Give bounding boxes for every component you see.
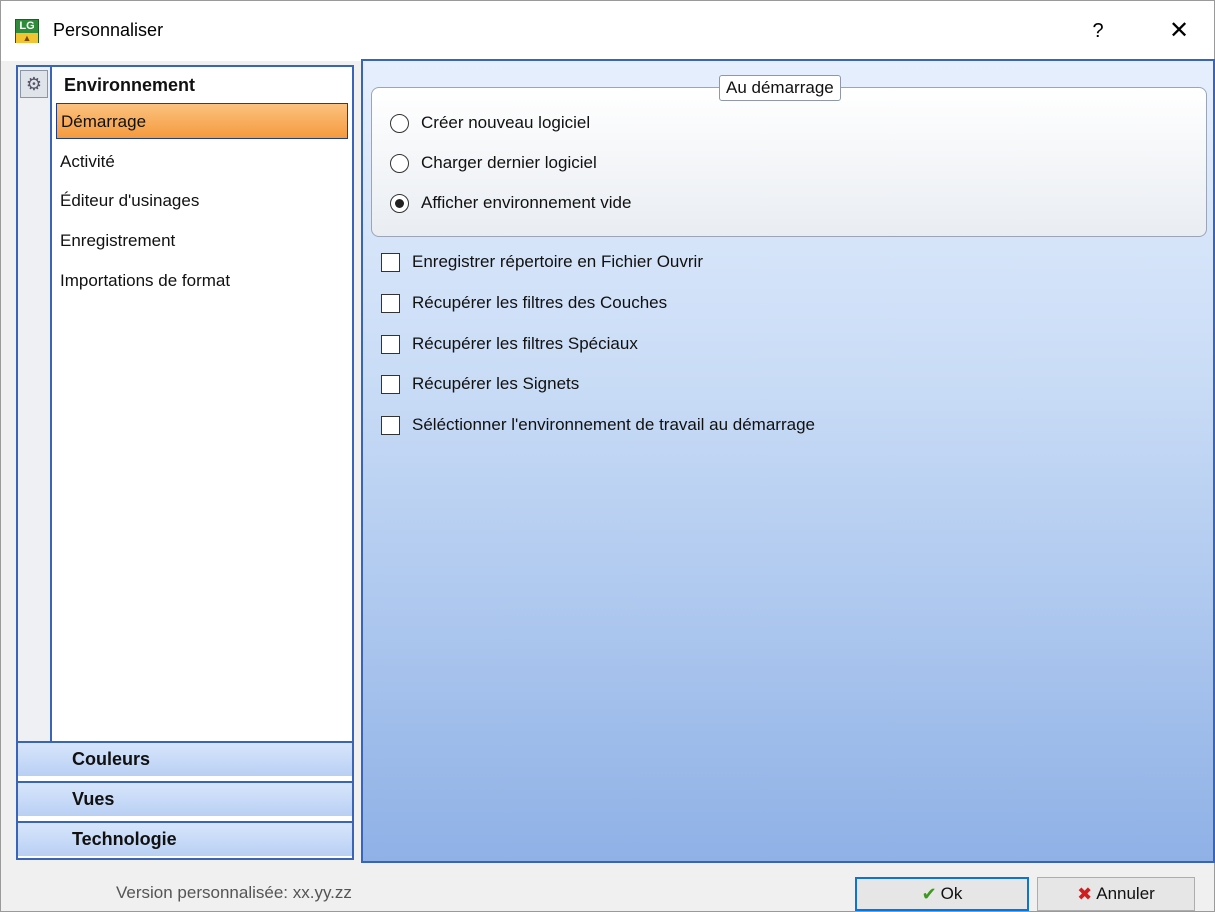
section-header-environnement[interactable]: ⚙ Environnement <box>18 67 352 103</box>
nav-item-importations-format[interactable]: Importations de format <box>56 263 348 299</box>
groupbox-title: Au démarrage <box>719 75 841 101</box>
ok-label: Ok <box>940 884 963 903</box>
radio-label: Charger dernier logiciel <box>421 153 597 172</box>
version-text: Version personnalisée: xx.yy.zz <box>116 883 352 902</box>
checkbox-label: Récupérer les filtres des Couches <box>412 293 668 312</box>
radio-option-load-last[interactable]: Charger dernier logiciel <box>390 150 597 176</box>
radio-button[interactable] <box>390 113 409 133</box>
cancel-x-icon: ✖ <box>1077 883 1093 904</box>
environment-icon: ⚙ <box>20 70 48 98</box>
radio-button[interactable] <box>390 153 409 173</box>
cancel-button[interactable]: ✖ Annuler <box>1037 877 1195 911</box>
checkbox-layer-filters[interactable]: Récupérer les filtres des Couches <box>381 290 667 316</box>
radio-button-checked[interactable] <box>390 193 409 213</box>
group-technologie[interactable]: Technologie <box>18 821 352 856</box>
checkbox-label: Enregistrer répertoire en Fichier Ouvrir <box>412 252 703 271</box>
checkbox[interactable] <box>381 293 400 313</box>
startup-groupbox: Créer nouveau logiciel Charger dernier l… <box>371 87 1207 237</box>
checkbox[interactable] <box>381 252 400 272</box>
radio-option-empty[interactable]: Afficher environnement vide <box>390 190 631 216</box>
checkmark-icon: ✔ <box>921 883 937 904</box>
app-icon: LG ▲ <box>15 19 39 43</box>
customize-dialog: LG ▲ Personnaliser ? ✕ ⚙ Environnement Dé… <box>0 0 1215 912</box>
checkbox[interactable] <box>381 415 400 435</box>
radio-option-new[interactable]: Créer nouveau logiciel <box>390 110 590 136</box>
checkbox-label: Récupérer les filtres Spéciaux <box>412 334 638 353</box>
group-vues[interactable]: Vues <box>18 781 352 816</box>
radio-label: Afficher environnement vide <box>421 193 632 212</box>
checkbox[interactable] <box>381 374 400 394</box>
checkbox-bookmarks[interactable]: Récupérer les Signets <box>381 371 579 397</box>
checkbox-label: Séléctionner l'environnement de travail … <box>412 415 815 434</box>
ok-button[interactable]: ✔ Ok <box>855 877 1029 911</box>
checkbox[interactable] <box>381 334 400 354</box>
nav-item-demarrage[interactable]: Démarrage <box>56 103 348 139</box>
title-bar: LG ▲ Personnaliser ? ✕ <box>1 1 1214 61</box>
nav-item-editeur-usinages[interactable]: Éditeur d'usinages <box>56 183 348 219</box>
checkbox-special-filters[interactable]: Récupérer les filtres Spéciaux <box>381 331 638 357</box>
section-title: Environnement <box>64 75 196 95</box>
help-button[interactable]: ? <box>1083 15 1113 47</box>
close-button[interactable]: ✕ <box>1161 15 1197 47</box>
nav-strip <box>18 67 52 741</box>
group-couleurs[interactable]: Couleurs <box>18 741 352 776</box>
checkbox-label: Récupérer les Signets <box>412 374 580 393</box>
cancel-label: Annuler <box>1096 884 1155 903</box>
checkbox-save-directory[interactable]: Enregistrer répertoire en Fichier Ouvrir <box>381 249 703 275</box>
category-navigation: ⚙ Environnement Démarrage Activité Édite… <box>16 65 354 860</box>
window-title: Personnaliser <box>53 20 164 40</box>
nav-item-enregistrement[interactable]: Enregistrement <box>56 223 348 259</box>
radio-label: Créer nouveau logiciel <box>421 113 591 132</box>
nav-item-activite[interactable]: Activité <box>56 144 348 180</box>
settings-panel: Créer nouveau logiciel Charger dernier l… <box>361 59 1215 863</box>
checkbox-select-environment[interactable]: Séléctionner l'environnement de travail … <box>381 412 815 438</box>
